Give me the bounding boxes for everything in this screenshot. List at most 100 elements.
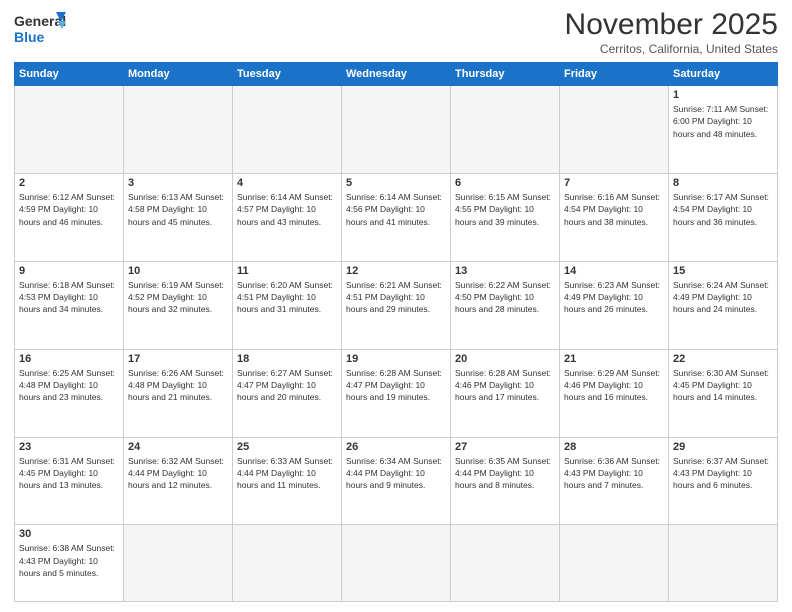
calendar-header-day: Monday (124, 63, 233, 86)
day-info: Sunrise: 6:31 AM Sunset: 4:45 PM Dayligh… (19, 455, 119, 492)
day-info: Sunrise: 6:26 AM Sunset: 4:48 PM Dayligh… (128, 367, 228, 404)
day-info: Sunrise: 7:11 AM Sunset: 6:00 PM Dayligh… (673, 103, 773, 140)
calendar-cell: 22Sunrise: 6:30 AM Sunset: 4:45 PM Dayli… (669, 349, 778, 437)
day-number: 23 (19, 441, 119, 453)
calendar-cell (233, 86, 342, 174)
day-info: Sunrise: 6:28 AM Sunset: 4:47 PM Dayligh… (346, 367, 446, 404)
day-info: Sunrise: 6:17 AM Sunset: 4:54 PM Dayligh… (673, 191, 773, 228)
day-info: Sunrise: 6:33 AM Sunset: 4:44 PM Dayligh… (237, 455, 337, 492)
day-info: Sunrise: 6:38 AM Sunset: 4:43 PM Dayligh… (19, 542, 119, 579)
day-number: 26 (346, 441, 446, 453)
day-info: Sunrise: 6:22 AM Sunset: 4:50 PM Dayligh… (455, 279, 555, 316)
day-info: Sunrise: 6:37 AM Sunset: 4:43 PM Dayligh… (673, 455, 773, 492)
calendar-cell: 17 Sunrise: 6:26 AM Sunset: 4:48 PM Dayli… (124, 349, 233, 437)
calendar-week-row: 16Sunrise: 6:25 AM Sunset: 4:48 PM Dayli… (15, 349, 778, 437)
calendar-cell: 4 Sunrise: 6:14 AM Sunset: 4:57 PM Daylig… (233, 173, 342, 261)
calendar-cell: 12 Sunrise: 6:21 AM Sunset: 4:51 PM Dayli… (342, 261, 451, 349)
day-info: Sunrise: 6:13 AM Sunset: 4:58 PM Dayligh… (128, 191, 228, 228)
day-info: Sunrise: 6:29 AM Sunset: 4:46 PM Dayligh… (564, 367, 664, 404)
day-info: Sunrise: 6:12 AM Sunset: 4:59 PM Dayligh… (19, 191, 119, 228)
calendar-cell: 26Sunrise: 6:34 AM Sunset: 4:44 PM Dayli… (342, 437, 451, 525)
calendar-week-row: 23 Sunrise: 6:31 AM Sunset: 4:45 PM Dayli… (15, 437, 778, 525)
calendar-week-row: 2Sunrise: 6:12 AM Sunset: 4:59 PM Daylig… (15, 173, 778, 261)
calendar-cell: 5Sunrise: 6:14 AM Sunset: 4:56 PM Daylig… (342, 173, 451, 261)
day-info: Sunrise: 6:20 AM Sunset: 4:51 PM Dayligh… (237, 279, 337, 316)
calendar-header-day: Saturday (669, 63, 778, 86)
day-number: 25 (237, 441, 337, 453)
calendar-cell: 29Sunrise: 6:37 AM Sunset: 4:43 PM Dayli… (669, 437, 778, 525)
month-title: November 2025 (565, 10, 778, 40)
day-number: 7 (564, 177, 664, 189)
svg-text:Blue: Blue (14, 29, 45, 45)
day-number: 28 (564, 441, 664, 453)
day-number: 21 (564, 353, 664, 365)
calendar-cell: 8Sunrise: 6:17 AM Sunset: 4:54 PM Daylig… (669, 173, 778, 261)
day-info: Sunrise: 6:28 AM Sunset: 4:46 PM Dayligh… (455, 367, 555, 404)
day-number: 5 (346, 177, 446, 189)
calendar-header-day: Friday (560, 63, 669, 86)
day-info: Sunrise: 6:24 AM Sunset: 4:49 PM Dayligh… (673, 279, 773, 316)
calendar-cell (560, 86, 669, 174)
day-number: 13 (455, 265, 555, 277)
calendar-cell: 19 Sunrise: 6:28 AM Sunset: 4:47 PM Dayli… (342, 349, 451, 437)
day-number: 6 (455, 177, 555, 189)
calendar-cell (669, 525, 778, 602)
day-info: Sunrise: 6:14 AM Sunset: 4:57 PM Dayligh… (237, 191, 337, 228)
calendar-cell: 9 Sunrise: 6:18 AM Sunset: 4:53 PM Daylig… (15, 261, 124, 349)
location: Cerritos, California, United States (565, 42, 778, 56)
day-number: 11 (237, 265, 337, 277)
header: General Blue November 2025 Cerritos, Cal… (14, 10, 778, 56)
calendar-header-day: Sunday (15, 63, 124, 86)
day-info: Sunrise: 6:21 AM Sunset: 4:51 PM Dayligh… (346, 279, 446, 316)
calendar-cell (124, 86, 233, 174)
calendar-cell: 21 Sunrise: 6:29 AM Sunset: 4:46 PM Dayli… (560, 349, 669, 437)
calendar-cell: 24 Sunrise: 6:32 AM Sunset: 4:44 PM Dayli… (124, 437, 233, 525)
calendar-cell: 28Sunrise: 6:36 AM Sunset: 4:43 PM Dayli… (560, 437, 669, 525)
calendar-cell: 10 Sunrise: 6:19 AM Sunset: 4:52 PM Dayli… (124, 261, 233, 349)
calendar-cell: 27 Sunrise: 6:35 AM Sunset: 4:44 PM Dayli… (451, 437, 560, 525)
calendar-cell: 2Sunrise: 6:12 AM Sunset: 4:59 PM Daylig… (15, 173, 124, 261)
calendar-cell: 18 Sunrise: 6:27 AM Sunset: 4:47 PM Dayli… (233, 349, 342, 437)
day-info: Sunrise: 6:27 AM Sunset: 4:47 PM Dayligh… (237, 367, 337, 404)
calendar-cell (124, 525, 233, 602)
calendar-cell: 13 Sunrise: 6:22 AM Sunset: 4:50 PM Dayli… (451, 261, 560, 349)
day-info: Sunrise: 6:19 AM Sunset: 4:52 PM Dayligh… (128, 279, 228, 316)
calendar-cell: 1 Sunrise: 7:11 AM Sunset: 6:00 PM Daylig… (669, 86, 778, 174)
calendar-header-row: SundayMondayTuesdayWednesdayThursdayFrid… (15, 63, 778, 86)
page: General Blue November 2025 Cerritos, Cal… (0, 0, 792, 612)
calendar-cell (451, 525, 560, 602)
day-info: Sunrise: 6:16 AM Sunset: 4:54 PM Dayligh… (564, 191, 664, 228)
calendar-cell: 30 Sunrise: 6:38 AM Sunset: 4:43 PM Dayli… (15, 525, 124, 602)
day-number: 12 (346, 265, 446, 277)
day-number: 9 (19, 265, 119, 277)
day-number: 1 (673, 89, 773, 101)
day-number: 15 (673, 265, 773, 277)
calendar-cell: 15 Sunrise: 6:24 AM Sunset: 4:49 PM Dayli… (669, 261, 778, 349)
calendar-cell: 6Sunrise: 6:15 AM Sunset: 4:55 PM Daylig… (451, 173, 560, 261)
day-info: Sunrise: 6:18 AM Sunset: 4:53 PM Dayligh… (19, 279, 119, 316)
calendar-cell: 20 Sunrise: 6:28 AM Sunset: 4:46 PM Dayli… (451, 349, 560, 437)
day-number: 30 (19, 528, 119, 540)
day-number: 19 (346, 353, 446, 365)
day-number: 14 (564, 265, 664, 277)
day-number: 27 (455, 441, 555, 453)
calendar-header-day: Wednesday (342, 63, 451, 86)
day-number: 22 (673, 353, 773, 365)
calendar-cell: 14Sunrise: 6:23 AM Sunset: 4:49 PM Dayli… (560, 261, 669, 349)
calendar-cell: 7 Sunrise: 6:16 AM Sunset: 4:54 PM Daylig… (560, 173, 669, 261)
calendar-cell (342, 86, 451, 174)
day-number: 16 (19, 353, 119, 365)
calendar-header-day: Tuesday (233, 63, 342, 86)
calendar-cell: 11 Sunrise: 6:20 AM Sunset: 4:51 PM Dayli… (233, 261, 342, 349)
calendar-cell: 25 Sunrise: 6:33 AM Sunset: 4:44 PM Dayli… (233, 437, 342, 525)
day-number: 10 (128, 265, 228, 277)
day-info: Sunrise: 6:35 AM Sunset: 4:44 PM Dayligh… (455, 455, 555, 492)
day-number: 24 (128, 441, 228, 453)
day-info: Sunrise: 6:32 AM Sunset: 4:44 PM Dayligh… (128, 455, 228, 492)
calendar-cell (560, 525, 669, 602)
calendar-table: SundayMondayTuesdayWednesdayThursdayFrid… (14, 62, 778, 602)
day-number: 4 (237, 177, 337, 189)
day-number: 20 (455, 353, 555, 365)
day-number: 18 (237, 353, 337, 365)
day-number: 17 (128, 353, 228, 365)
